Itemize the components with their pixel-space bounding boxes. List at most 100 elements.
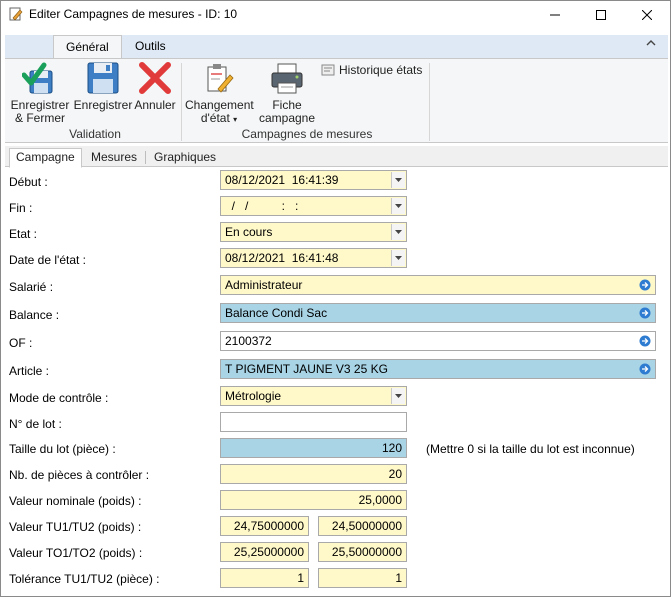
group-separator-2 [429,63,430,141]
valeur-to1-field[interactable]: 25,25000000 [220,542,309,562]
go-arrow-icon[interactable] [639,279,651,291]
chevron-down-icon [395,394,402,398]
tab-campagne[interactable]: Campagne [9,148,82,168]
fin-datetime-field[interactable]: / / : : [220,196,407,216]
tolerance-tu1-field[interactable]: 1 [220,568,309,588]
save-label: Enregistrer [73,98,133,112]
etat-label: Etat : [9,227,38,241]
mode-controle-select[interactable]: Métrologie [220,386,407,406]
cancel-x-icon [139,62,171,94]
article-value: T PIGMENT JAUNE V3 25 KG [225,362,388,376]
tab-separator [145,151,146,164]
nb-pieces-label: Nb. de pièces à contrôler : [9,468,150,482]
balance-field[interactable]: Balance Condi Sac [220,303,656,323]
fin-dropdown-button[interactable] [391,198,405,214]
cancel-button[interactable]: Annuler [133,61,177,112]
dropdown-arrow-icon: ▾ [233,115,238,124]
go-arrow-icon[interactable] [639,335,651,347]
debut-dropdown-button[interactable] [391,172,405,188]
of-label: OF : [9,336,33,350]
date-etat-label: Date de l'état : [9,253,87,267]
debut-value: 08/12/2021 16:41:39 [225,173,339,187]
group-label-campagnes: Campagnes de mesures [241,127,373,141]
save-check-icon [22,62,53,94]
ribbon-tab-outils[interactable]: Outils [123,35,178,59]
tolerance-tu2-field[interactable]: 1 [318,568,407,588]
chevron-down-icon [395,178,402,182]
tab-mesures[interactable]: Mesures [85,149,143,167]
debut-label: Début : [9,175,48,189]
close-icon [642,9,652,20]
salarie-field[interactable]: Administrateur [220,275,656,295]
editor-window: Editer Campagnes de mesures - ID: 10 Gén… [0,0,671,597]
ribbon-panel: Enregistrer & Fermer Enregistrer Annuler… [5,58,668,143]
printer-icon [271,63,303,94]
save-close-label-2: & Fermer [14,111,65,125]
minimize-button[interactable] [532,1,578,28]
valeur-tu-label: Valeur TU1/TU2 (poids) : [9,520,142,534]
tab-graphiques[interactable]: Graphiques [148,149,222,167]
mode-controle-value: Métrologie [225,389,282,403]
taille-lot-note: (Mettre 0 si la taille du lot est inconn… [426,442,635,456]
fin-label: Fin : [9,201,33,215]
num-lot-input[interactable] [220,412,407,432]
title-bar: Editer Campagnes de mesures - ID: 10 [1,1,670,28]
clipboard-edit-icon [207,64,234,93]
taille-lot-field[interactable]: 120 [220,438,407,458]
state-change-button[interactable]: Changement d'état ▾ [185,61,254,126]
close-button[interactable] [624,1,670,28]
valeur-tu1-field[interactable]: 24,75000000 [220,516,309,536]
nb-pieces-field[interactable]: 20 [220,464,407,484]
app-edit-icon [9,7,23,21]
state-change-label-2-text: d'état [200,111,230,125]
history-icon [321,64,335,76]
date-etat-value: 08/12/2021 16:41:48 [225,251,339,265]
valeur-to-label: Valeur TO1/TO2 (poids) : [9,546,143,560]
ribbon-tab-general[interactable]: Général [53,35,122,59]
group-separator [181,63,182,141]
etat-select[interactable]: En cours [220,222,407,242]
article-field[interactable]: T PIGMENT JAUNE V3 25 KG [220,359,656,379]
chevron-down-icon [395,204,402,208]
history-states-button[interactable]: Historique états [321,63,422,77]
ribbon-tabs: Général Outils [5,31,668,59]
valeur-tu2-field[interactable]: 24,50000000 [318,516,407,536]
campaign-sheet-label-2: campagne [258,111,316,125]
window-title: Editer Campagnes de mesures - ID: 10 [29,7,238,21]
mode-controle-dropdown-button[interactable] [391,388,405,404]
save-close-button[interactable]: Enregistrer & Fermer [9,61,71,125]
go-arrow-icon[interactable] [639,363,651,375]
etat-value: En cours [225,225,273,239]
valeur-to2-field[interactable]: 25,50000000 [318,542,407,562]
date-etat-field[interactable]: 08/12/2021 16:41:48 [220,248,407,268]
chevron-down-icon [395,230,402,234]
balance-label: Balance : [9,308,60,322]
article-label: Article : [9,364,50,378]
minimize-icon [550,14,560,15]
etat-dropdown-button[interactable] [391,224,405,240]
salarie-label: Salarié : [9,280,54,294]
of-value: 2100372 [225,334,272,348]
campaign-sheet-button[interactable]: Fiche campagne [257,61,317,125]
date-etat-dropdown-button[interactable] [391,250,405,266]
of-field[interactable]: 2100372 [220,331,656,351]
floppy-disk-icon [87,62,119,94]
taille-lot-label: Taille du lot (pièce) : [9,442,116,456]
mode-controle-label: Mode de contrôle : [9,391,109,405]
save-button[interactable]: Enregistrer [73,61,133,112]
valeur-nominale-field[interactable]: 25,0000 [220,490,407,510]
maximize-button[interactable] [578,1,624,28]
num-lot-label: N° de lot : [9,417,62,431]
go-arrow-icon[interactable] [639,307,651,319]
tolerance-label: Tolérance TU1/TU2 (pièce) : [9,572,160,586]
debut-datetime-field[interactable]: 08/12/2021 16:41:39 [220,170,407,190]
group-label-validation: Validation [69,127,121,141]
valeur-nominale-label: Valeur nominale (poids) : [9,494,142,508]
salarie-value: Administrateur [225,278,303,292]
history-states-label: Historique états [339,63,423,77]
fin-value: / / : : [225,199,299,213]
ribbon-collapse-icon[interactable] [646,39,656,47]
state-change-label-2: d'état ▾ [185,112,253,126]
chevron-down-icon [395,256,402,260]
cancel-label: Annuler [134,98,176,112]
